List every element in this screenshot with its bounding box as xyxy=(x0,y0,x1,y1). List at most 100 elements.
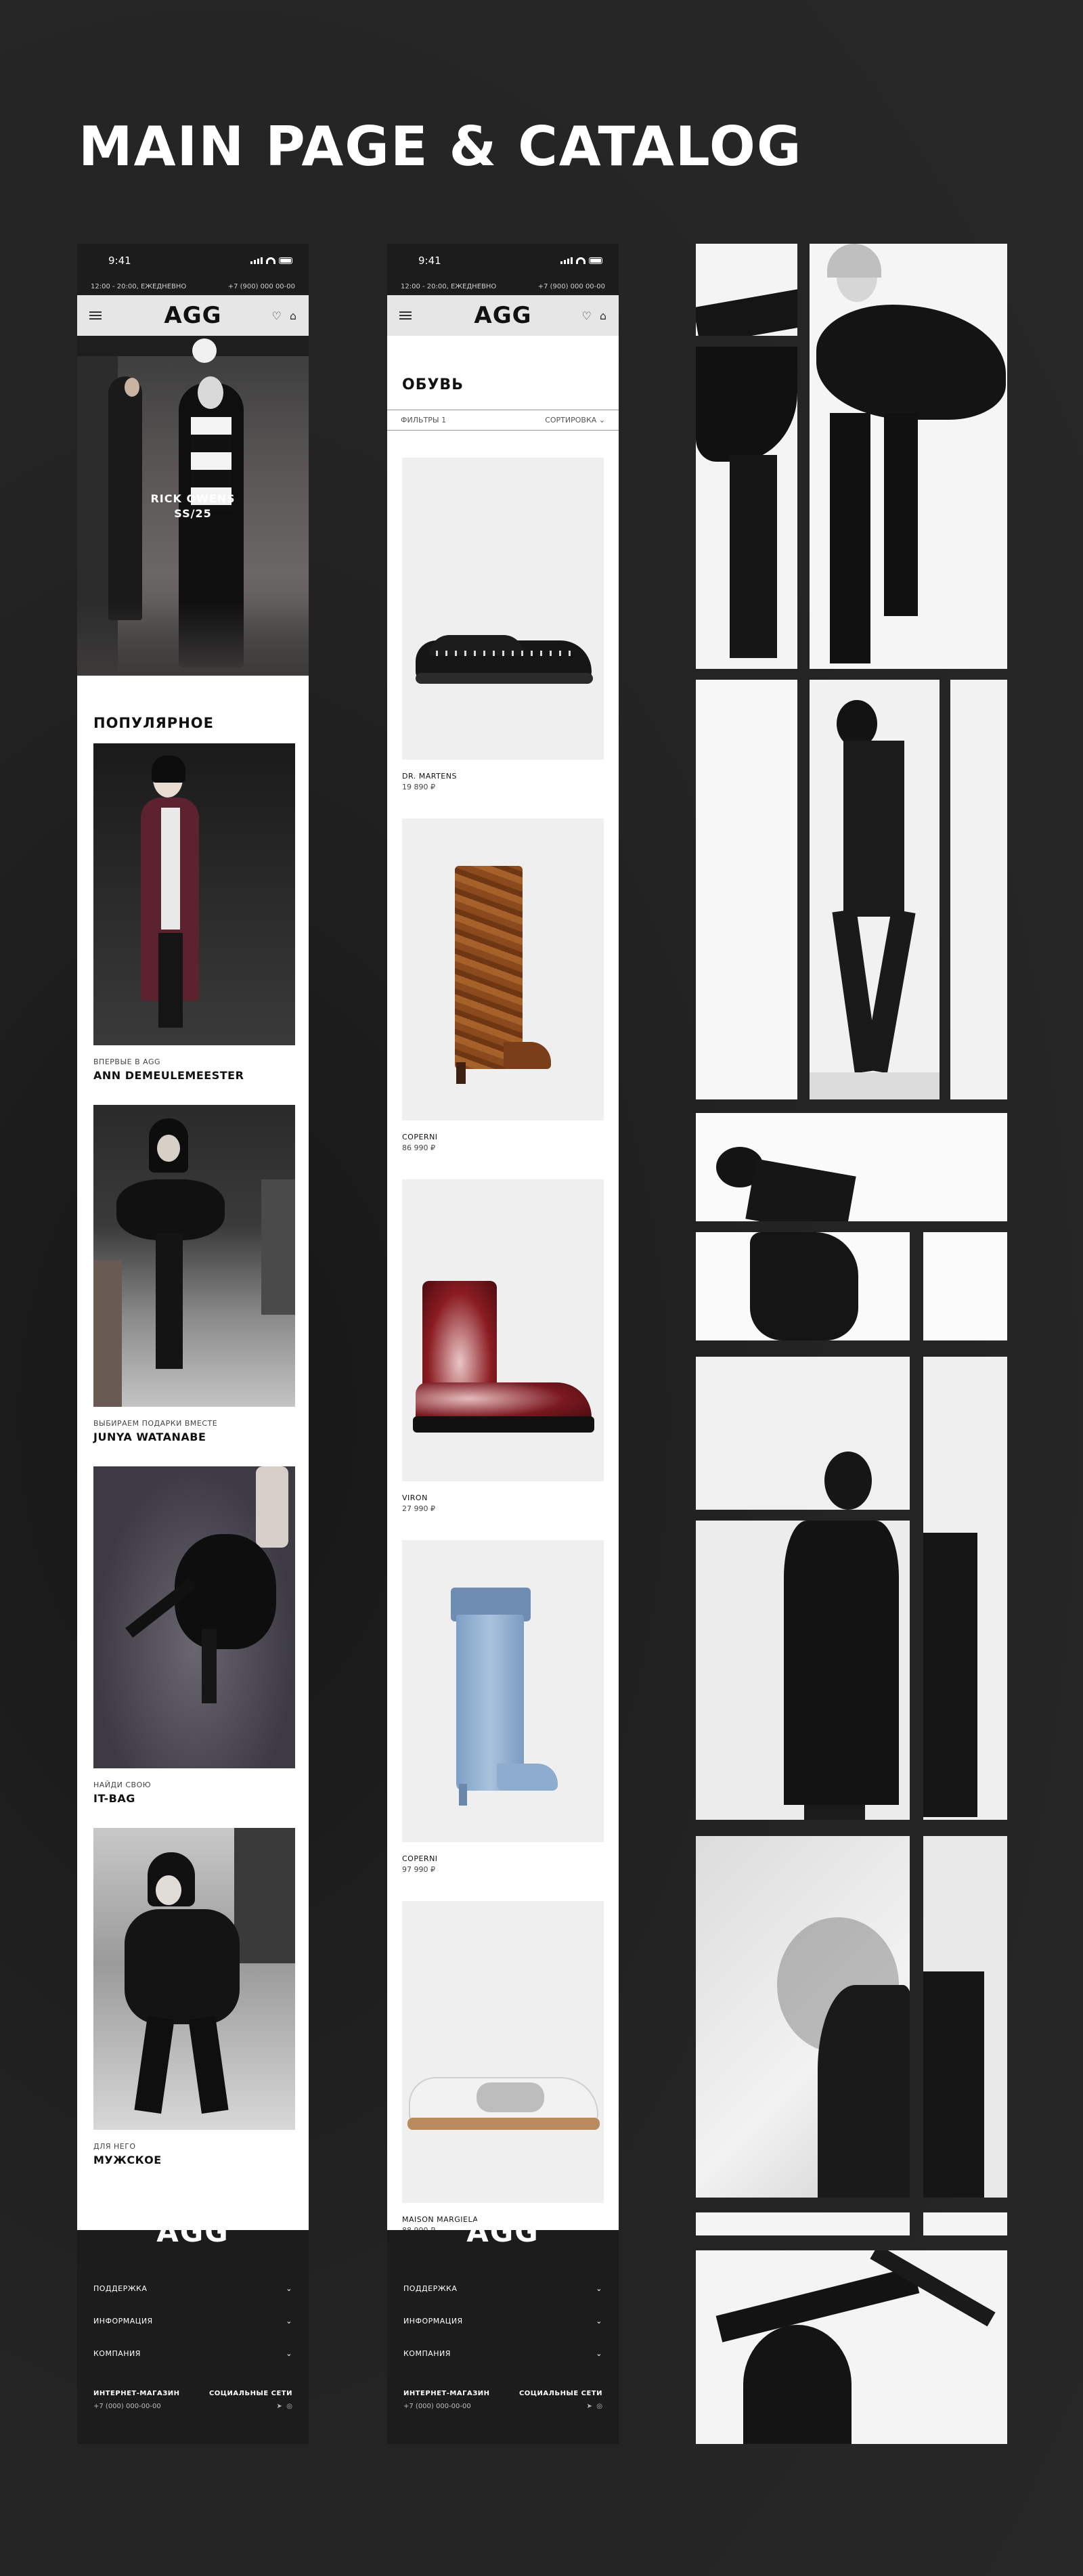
collage-photo xyxy=(810,680,940,1099)
collage-photo xyxy=(696,347,797,669)
collage-photo xyxy=(696,2250,1007,2444)
footer-menu: ПОДДЕРЖКА ⌄ ИНФОРМАЦИЯ ⌄ КОМПАНИЯ ⌄ xyxy=(387,2245,619,2370)
catalog-mockup: 9:41 12:00 - 20:00, ЕЖЕДНЕВНО +7 (900) 0… xyxy=(387,244,619,2444)
logo[interactable]: AGG xyxy=(474,302,531,329)
store-phone[interactable]: +7 (900) 000 00-00 xyxy=(228,283,295,290)
collage-photo xyxy=(923,1836,1007,2198)
store-hours: 12:00 - 20:00, ЕЖЕДНЕВНО xyxy=(401,282,497,290)
footer-contacts: ИНТЕРНЕТ-МАГАЗИН +7 (000) 000-00-00 СОЦИ… xyxy=(93,2390,292,2410)
footer-item-company[interactable]: КОМПАНИЯ ⌄ xyxy=(403,2337,602,2370)
instagram-icon[interactable]: ◎ xyxy=(596,2403,602,2410)
catalog-title: ОБУВЬ xyxy=(402,376,464,393)
footer-item-support[interactable]: ПОДДЕРЖКА ⌄ xyxy=(403,2272,602,2305)
telegram-icon[interactable]: ➤ xyxy=(587,2403,592,2410)
collage-photo xyxy=(950,680,1007,1099)
status-time: 9:41 xyxy=(108,255,131,267)
wifi-icon xyxy=(266,257,275,264)
info-bar: 12:00 - 20:00, ЕЖЕДНЕВНО +7 (900) 000 00… xyxy=(77,278,309,295)
store-phone[interactable]: +7 (900) 000 00-00 xyxy=(538,283,605,290)
collage-photo xyxy=(696,2212,910,2235)
chevron-down-icon: ⌄ xyxy=(286,2284,292,2293)
bag-icon[interactable]: ⌂ xyxy=(290,309,296,322)
collage-photo xyxy=(923,1232,1007,1340)
collage-photo xyxy=(696,680,797,1099)
collage-photo xyxy=(696,244,797,336)
page-title: MAIN PAGE & CATALOG xyxy=(79,115,803,178)
footer-phone[interactable]: +7 (000) 000-00-00 xyxy=(403,2403,490,2410)
product-image xyxy=(402,1540,604,1842)
status-time: 9:41 xyxy=(418,255,441,267)
collage-photo xyxy=(696,1113,1007,1221)
popular-card[interactable]: ВПЕРВЫЕ В AGG ANN DEMEULEMEESTER xyxy=(77,743,309,1105)
site-header: AGG ♡ ⌂ xyxy=(387,295,619,336)
popular-card[interactable]: НАЙДИ СВОЮ IT-BAG xyxy=(77,1466,309,1828)
collage-photo xyxy=(696,1232,910,1340)
card-image xyxy=(93,1828,295,2130)
product-image xyxy=(402,1901,604,2203)
heart-icon[interactable]: ♡ xyxy=(582,309,592,322)
product-card[interactable]: DR. MARTENS 19 890 ₽ xyxy=(387,458,619,791)
collage-photo xyxy=(696,1357,910,1510)
chevron-down-icon: ⌄ xyxy=(596,2284,602,2293)
battery-icon xyxy=(279,257,292,264)
battery-icon xyxy=(589,257,602,264)
menu-icon[interactable] xyxy=(89,311,102,320)
chevron-down-icon: ⌄ xyxy=(598,416,605,424)
page: MAIN PAGE & CATALOG 9:41 12:00 - 20:00, … xyxy=(0,0,1083,2576)
product-card[interactable]: VIRON 27 990 ₽ xyxy=(387,1179,619,1513)
chevron-down-icon: ⌄ xyxy=(596,2349,602,2358)
hero-banner[interactable]: RICK OWENS SS/25 xyxy=(77,336,309,676)
status-bar: 9:41 xyxy=(77,244,309,278)
popular-card[interactable]: ДЛЯ НЕГО МУЖСКОЕ xyxy=(77,1828,309,2189)
info-bar: 12:00 - 20:00, ЕЖЕДНЕВНО +7 (900) 000 00… xyxy=(387,278,619,295)
hero-caption: RICK OWENS SS/25 xyxy=(150,492,236,520)
card-image xyxy=(93,743,295,1045)
sort-button[interactable]: СОРТИРОВКА ⌄ xyxy=(545,416,605,424)
main-page-mockup: 9:41 12:00 - 20:00, ЕЖЕДНЕВНО +7 (900) 0… xyxy=(77,244,309,2444)
product-image xyxy=(402,1179,604,1481)
signal-icon xyxy=(250,257,263,264)
footer-item-company[interactable]: КОМПАНИЯ ⌄ xyxy=(93,2337,292,2370)
filters-button[interactable]: ФИЛЬТРЫ 1 xyxy=(401,416,446,424)
product-image xyxy=(402,818,604,1120)
popular-title: ПОПУЛЯРНОЕ xyxy=(93,715,214,731)
site-footer: AGG ПОДДЕРЖКА ⌄ ИНФОРМАЦИЯ ⌄ КОМПАНИЯ ⌄ ИНТ… xyxy=(77,2218,309,2444)
status-bar: 9:41 xyxy=(387,244,619,278)
footer-phone[interactable]: +7 (000) 000-00-00 xyxy=(93,2403,180,2410)
collage-photo xyxy=(923,2212,1007,2235)
product-card[interactable]: COPERNI 86 990 ₽ xyxy=(387,818,619,1152)
collage-photo xyxy=(923,1357,1007,1820)
photo-collage xyxy=(696,244,1007,2444)
instagram-icon[interactable]: ◎ xyxy=(286,2403,292,2410)
telegram-icon[interactable]: ➤ xyxy=(277,2403,282,2410)
card-image xyxy=(93,1466,295,1768)
heart-icon[interactable]: ♡ xyxy=(272,309,282,322)
product-card[interactable]: COPERNI 97 990 ₽ xyxy=(387,1540,619,1874)
menu-icon[interactable] xyxy=(399,311,412,320)
footer-contacts: ИНТЕРНЕТ-МАГАЗИН +7 (000) 000-00-00 СОЦИ… xyxy=(403,2390,602,2410)
status-icons xyxy=(560,257,602,264)
chevron-down-icon: ⌄ xyxy=(596,2316,602,2326)
footer-logo[interactable]: AGG xyxy=(387,2218,619,2246)
status-icons xyxy=(250,257,292,264)
chevron-down-icon: ⌄ xyxy=(286,2316,292,2326)
site-header: AGG ♡ ⌂ xyxy=(77,295,309,336)
collage-photo xyxy=(810,244,1007,669)
bag-icon[interactable]: ⌂ xyxy=(600,309,606,322)
footer-item-info[interactable]: ИНФОРМАЦИЯ ⌄ xyxy=(403,2305,602,2337)
product-card[interactable]: MAISON MARGIELA 88 990 ₽ xyxy=(387,1901,619,2235)
logo[interactable]: AGG xyxy=(164,302,221,329)
collage-photo xyxy=(696,1521,910,1820)
wifi-icon xyxy=(576,257,585,264)
popular-card[interactable]: ВЫБИРАЕМ ПОДАРКИ ВМЕСТЕ JUNYA WATANABE xyxy=(77,1105,309,1466)
signal-icon xyxy=(560,257,573,264)
footer-menu: ПОДДЕРЖКА ⌄ ИНФОРМАЦИЯ ⌄ КОМПАНИЯ ⌄ xyxy=(77,2245,309,2370)
card-image xyxy=(93,1105,295,1407)
footer-item-info[interactable]: ИНФОРМАЦИЯ ⌄ xyxy=(93,2305,292,2337)
chevron-down-icon: ⌄ xyxy=(286,2349,292,2358)
store-hours: 12:00 - 20:00, ЕЖЕДНЕВНО xyxy=(91,282,187,290)
site-footer: AGG ПОДДЕРЖКА ⌄ ИНФОРМАЦИЯ ⌄ КОМПАНИЯ ⌄ ИНТ… xyxy=(387,2218,619,2444)
footer-item-support[interactable]: ПОДДЕРЖКА ⌄ xyxy=(93,2272,292,2305)
filter-bar: ФИЛЬТРЫ 1 СОРТИРОВКА ⌄ xyxy=(387,410,619,431)
footer-logo[interactable]: AGG xyxy=(77,2218,309,2246)
